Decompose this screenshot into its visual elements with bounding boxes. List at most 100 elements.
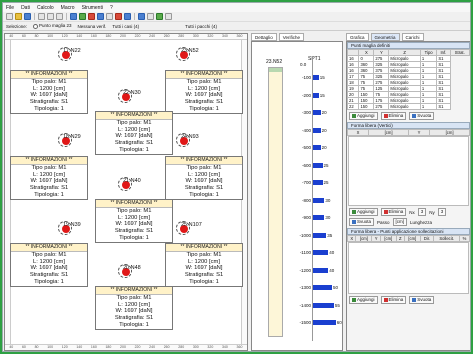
nx-input[interactable]: 3 (417, 208, 427, 216)
arrow-icon[interactable] (138, 13, 145, 20)
delete-load-button[interactable]: Elimina (380, 296, 407, 304)
info-strat: Stratigrafia: S1 (184, 185, 224, 192)
calculate-icon[interactable] (115, 13, 122, 20)
pile-info-box: ** INFORMAZIONI ** Tipo palo: M1 L: 1200 [… (95, 286, 173, 330)
menu-file[interactable]: File (6, 5, 14, 11)
menu-dati[interactable]: Dati (21, 5, 30, 11)
info-l: L: 1200 [cm] (188, 258, 220, 265)
load-points-table[interactable]: X [cm] Y [cm] Z [cm] Dir. Sollecit.% (346, 235, 470, 242)
ruler-tick: 280 (178, 34, 185, 38)
ruler-tick: 300 (192, 34, 199, 38)
report-icon[interactable] (124, 13, 131, 20)
info-l: L: 1200 [cm] (118, 214, 150, 221)
mesh-point-option[interactable]: Punto maglia 23 (33, 23, 72, 29)
delete-icon[interactable] (88, 13, 95, 20)
step-row: Svuota Passo [cm] Lunghezza (347, 218, 470, 228)
detail-tabs: Dettaglio Verifiche (251, 33, 343, 41)
paste-icon[interactable] (56, 13, 63, 20)
menu-strumenti[interactable]: Strumenti (82, 5, 103, 11)
spt-bar (313, 110, 321, 115)
new-file-icon[interactable] (6, 13, 13, 20)
depth-tick-label: -1400 (299, 302, 311, 308)
settings-icon[interactable] (79, 13, 86, 20)
ruler-tick: 160 (90, 345, 97, 349)
info-l: L: 1200 [cm] (188, 85, 220, 92)
spt-sublabel: 0.0 (300, 62, 307, 67)
ruler-tick: 260 (163, 34, 170, 38)
depth-tick-label: -100 (301, 75, 311, 80)
save-icon[interactable] (24, 13, 31, 20)
view-icon[interactable] (165, 13, 172, 20)
step-input[interactable]: [cm] (392, 218, 408, 226)
menu-calcolo[interactable]: Calcolo (37, 5, 54, 11)
info-strat: Stratigrafia: S1 (184, 99, 224, 106)
depth-tick-label: -1200 (299, 267, 311, 273)
delete-vertex-button[interactable]: Elimina (380, 208, 407, 216)
table-cell[interactable]: 1 (419, 103, 438, 110)
ruler-tick: 40 (9, 34, 14, 38)
cut-icon[interactable] (38, 13, 45, 20)
mesh-points-table[interactable]: X Y Z Tipo Inf. Strat. 16 0 275 Micropalo 1 S1 16 36… (346, 49, 470, 110)
copy-icon[interactable] (47, 13, 54, 20)
ny-input[interactable]: 3 (437, 208, 447, 216)
selection-label: Selezione: (6, 23, 28, 29)
pile-info-box: ** INFORMAZIONI ** Tipo palo: M1 L: 1200 [… (165, 156, 243, 200)
col-header: [cm] (379, 235, 397, 242)
open-folder-icon[interactable] (15, 13, 22, 20)
ruler-tick: 100 (47, 345, 54, 349)
table-cell[interactable]: S1 (436, 103, 451, 110)
menu-help[interactable]: ? (110, 5, 113, 11)
info-strat: Stratigrafia: S1 (29, 185, 69, 192)
all-cases-dropdown[interactable]: Tutti i casi (4) (112, 24, 139, 29)
table-cell[interactable]: 22 (346, 103, 360, 110)
plan-view[interactable]: 40 60 80 100 120 140 160 180 200 220 240 260 280 300 3… (4, 33, 248, 351)
no-check-dropdown[interactable]: Nessuna verif. (78, 24, 107, 29)
tab-verifiche[interactable]: Verifiche (278, 33, 305, 41)
depth-tick-label: -400 (301, 127, 311, 133)
tab-geometria[interactable]: Geometria (370, 33, 400, 41)
zoom-icon[interactable] (70, 13, 77, 20)
move-icon[interactable] (156, 13, 163, 20)
layers-icon[interactable] (106, 13, 113, 20)
add-load-button[interactable]: Aggiungi (349, 296, 378, 304)
table-cell[interactable]: 275 (373, 103, 390, 110)
spt-value-label: 50 (333, 285, 339, 290)
depth-tick-label: -900 (301, 215, 311, 220)
vertices-area[interactable] (348, 136, 469, 206)
info-tipo: Tipo palo: M1 (186, 251, 222, 258)
load-points-area[interactable] (348, 242, 469, 294)
delete-point-button[interactable]: Elimina (380, 112, 407, 120)
info-tipo: Tipo palo: M1 (116, 207, 152, 214)
all-layers-dropdown[interactable]: Tutti i pacchi (4) (185, 24, 217, 29)
ruler-tick: 340 (221, 345, 228, 349)
spt-value-label: 20 (321, 110, 327, 115)
info-w: W: 1697 [daN] (115, 308, 153, 315)
clear-icon (412, 113, 417, 118)
info-tipo: Tipo palo: M1 (116, 294, 152, 301)
tab-dettaglio[interactable]: Dettaglio (251, 33, 277, 41)
table-row[interactable]: 22 150 275 Micropalo 1 S1 (346, 103, 470, 110)
clear-points-button[interactable]: Svuota (409, 112, 435, 120)
select-icon[interactable] (147, 13, 154, 20)
ruler-tick: 180 (105, 34, 112, 38)
spt-value-label: 55 (334, 302, 340, 308)
menu-macro[interactable]: Macro (61, 5, 75, 11)
grid-icon[interactable] (97, 13, 104, 20)
ruler-tick: 240 (149, 345, 156, 349)
add-point-button[interactable]: Aggiungi (349, 112, 378, 120)
vertices-table[interactable]: X [cm] Y [cm] (346, 129, 470, 136)
pile-label: 20.N48 (123, 265, 141, 271)
spt-value-label: 25 (323, 180, 329, 185)
depth-tick-label: -1100 (299, 250, 311, 255)
tab-carichi[interactable]: Carichi (401, 33, 424, 41)
pile-label: 19.N39 (63, 222, 81, 228)
info-w: W: 1697 [daN] (115, 221, 153, 228)
clear-vertices-button[interactable]: Svuota (349, 218, 375, 226)
ruler-tick: 60 (21, 34, 26, 38)
table-cell[interactable]: Micropalo (388, 103, 421, 110)
clear-loads-button[interactable]: Svuota (409, 296, 435, 304)
table-cell[interactable]: 150 (358, 103, 375, 110)
info-tipo: Tipo palo: M1 (186, 78, 222, 85)
add-vertex-button[interactable]: Aggiungi (349, 208, 378, 216)
tab-grafica[interactable]: Grafica (346, 33, 369, 41)
